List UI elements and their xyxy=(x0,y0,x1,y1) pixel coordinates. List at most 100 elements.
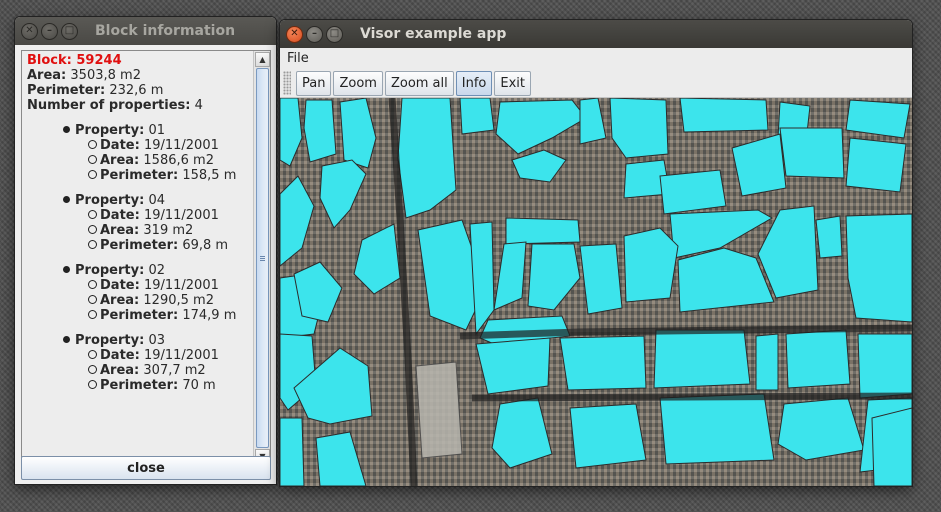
block-perimeter-line: Perimeter: 232,6 m xyxy=(27,83,248,98)
property-perimeter: Perimeter: 158,5 m xyxy=(27,168,248,183)
city-block[interactable] xyxy=(459,98,495,135)
property-date: Date: 19/11/2001 xyxy=(27,208,248,223)
city-block[interactable] xyxy=(679,98,769,133)
city-block[interactable] xyxy=(475,337,551,395)
property-id: 03 xyxy=(148,333,165,348)
property-group: Property: 03 Date: 19/11/2001 Area: 307,… xyxy=(27,333,248,393)
menu-bar: File xyxy=(280,48,912,69)
block-label: Block: xyxy=(27,53,72,68)
city-block[interactable] xyxy=(293,261,343,323)
city-block[interactable] xyxy=(339,98,377,169)
scroll-up-arrow-icon[interactable]: ▲ xyxy=(255,52,270,67)
grip-icon xyxy=(260,256,265,261)
block-information-window: ✕ – □ Block information Block: 59244 Are… xyxy=(15,17,276,484)
pan-button[interactable]: Pan xyxy=(296,70,332,96)
city-block[interactable] xyxy=(871,407,912,486)
property-group: Property: 01 Date: 19/11/2001 Area: 1586… xyxy=(27,123,248,183)
city-block[interactable] xyxy=(469,221,495,336)
close-button[interactable]: close xyxy=(21,456,271,480)
toolbar: Pan Zoom Zoom all Info Exit xyxy=(280,69,912,98)
city-blocks xyxy=(280,98,912,486)
city-block[interactable] xyxy=(353,223,401,295)
city-block[interactable] xyxy=(280,175,315,267)
property-heading: Property: 04 xyxy=(27,193,248,208)
city-block[interactable] xyxy=(659,393,775,465)
open-bullet-icon xyxy=(88,365,97,374)
open-bullet-icon xyxy=(88,170,97,179)
info-button[interactable]: Info xyxy=(455,70,493,96)
zoom-button[interactable]: Zoom xyxy=(333,70,383,96)
property-date: Date: 19/11/2001 xyxy=(27,138,248,153)
maximize-window-icon[interactable]: □ xyxy=(326,25,343,43)
plaza-area xyxy=(415,361,463,459)
maximize-window-icon[interactable]: □ xyxy=(61,22,78,40)
block-id-line: Block: 59244 xyxy=(27,53,248,68)
city-block[interactable] xyxy=(493,241,527,311)
city-block[interactable] xyxy=(845,99,911,139)
property-area: Area: 319 m2 xyxy=(27,223,248,238)
city-block[interactable] xyxy=(579,243,623,315)
city-block[interactable] xyxy=(731,133,787,197)
city-block[interactable] xyxy=(527,243,581,311)
city-block[interactable] xyxy=(280,417,305,486)
property-id: 04 xyxy=(148,193,165,208)
city-block[interactable] xyxy=(579,98,607,145)
filled-bullet-icon xyxy=(63,266,70,273)
city-block[interactable] xyxy=(315,431,367,486)
filled-bullet-icon xyxy=(63,126,70,133)
close-window-icon[interactable]: ✕ xyxy=(286,25,303,43)
open-bullet-icon xyxy=(88,225,97,234)
city-block[interactable] xyxy=(569,403,647,469)
area-value: 3503,8 m2 xyxy=(70,68,141,83)
map-canvas[interactable] xyxy=(280,98,912,486)
menu-file[interactable]: File xyxy=(287,51,309,66)
property-id: 01 xyxy=(148,123,165,138)
city-block[interactable] xyxy=(505,217,581,245)
toolbar-grip-icon[interactable] xyxy=(283,71,291,95)
city-block[interactable] xyxy=(653,329,751,389)
city-block[interactable] xyxy=(397,98,457,219)
info-scroll-pane: Block: 59244 Area: 3503,8 m2 Perimeter: … xyxy=(21,50,271,466)
info-titlebar[interactable]: ✕ – □ Block information xyxy=(15,17,276,45)
city-block[interactable] xyxy=(845,137,907,193)
info-window-title: Block information xyxy=(95,23,236,39)
city-block[interactable] xyxy=(609,98,669,159)
city-block[interactable] xyxy=(319,159,367,229)
open-bullet-icon xyxy=(88,240,97,249)
property-group: Property: 02 Date: 19/11/2001 Area: 1290… xyxy=(27,263,248,323)
zoom-all-button[interactable]: Zoom all xyxy=(384,70,454,96)
close-window-icon[interactable]: ✕ xyxy=(21,22,38,40)
city-block[interactable] xyxy=(815,215,843,259)
scrollbar-thumb[interactable] xyxy=(256,68,269,448)
vertical-scrollbar[interactable]: ▲ ▼ xyxy=(253,51,270,465)
open-bullet-icon xyxy=(88,310,97,319)
city-block[interactable] xyxy=(755,333,779,391)
city-block[interactable] xyxy=(623,227,679,303)
city-block[interactable] xyxy=(280,98,303,167)
city-block[interactable] xyxy=(777,397,865,461)
minimize-window-icon[interactable]: – xyxy=(41,22,58,40)
city-block[interactable] xyxy=(559,335,647,391)
property-area: Area: 1290,5 m2 xyxy=(27,293,248,308)
city-block[interactable] xyxy=(491,397,553,469)
open-bullet-icon xyxy=(88,350,97,359)
city-block[interactable] xyxy=(511,149,567,183)
map-view[interactable] xyxy=(280,98,912,486)
city-block[interactable] xyxy=(785,329,851,389)
city-block[interactable] xyxy=(845,213,912,323)
minimize-window-icon[interactable]: – xyxy=(306,25,323,43)
visor-titlebar[interactable]: ✕ – □ Visor example app xyxy=(280,20,912,48)
property-date: Date: 19/11/2001 xyxy=(27,278,248,293)
city-block[interactable] xyxy=(857,333,912,399)
city-block[interactable] xyxy=(659,169,727,215)
exit-button[interactable]: Exit xyxy=(494,70,531,96)
city-block[interactable] xyxy=(495,99,587,155)
property-group: Property: 04 Date: 19/11/2001 Area: 319 … xyxy=(27,193,248,253)
block-area-line: Area: 3503,8 m2 xyxy=(27,68,248,83)
city-block[interactable] xyxy=(303,99,337,163)
city-block[interactable] xyxy=(779,127,845,179)
property-date: Date: 19/11/2001 xyxy=(27,348,248,363)
num-properties-value: 4 xyxy=(194,98,203,113)
property-id: 02 xyxy=(148,263,165,278)
open-bullet-icon xyxy=(88,210,97,219)
